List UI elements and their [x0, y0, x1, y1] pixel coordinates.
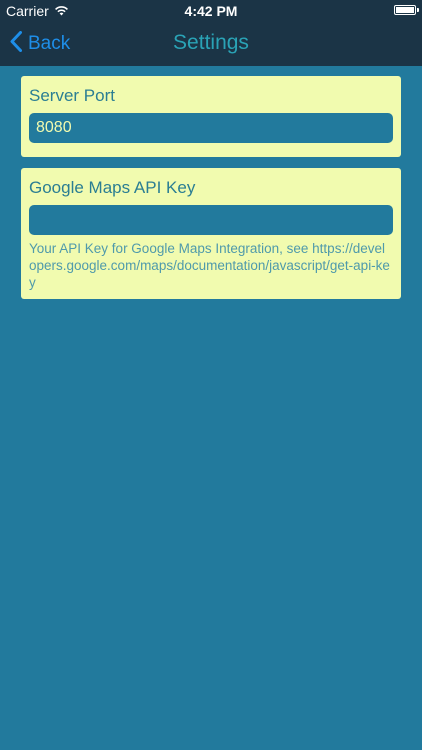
maps-api-key-card: Google Maps API Key Your API Key for Goo…: [21, 168, 401, 299]
server-port-card: Server Port: [21, 76, 401, 157]
maps-api-key-help: Your API Key for Google Maps Integration…: [29, 241, 390, 290]
maps-api-key-input[interactable]: [29, 205, 393, 235]
status-time: 4:42 PM: [184, 3, 238, 19]
battery-icon: [394, 5, 419, 15]
server-port-input[interactable]: [29, 113, 393, 143]
navigation-bar: Back Settings: [0, 22, 422, 66]
maps-api-key-label: Google Maps API Key: [29, 178, 196, 197]
battery-fill: [396, 7, 414, 13]
status-bar: Carrier 4:42 PM: [0, 0, 422, 22]
server-port-label: Server Port: [29, 86, 115, 105]
page-title: Settings: [173, 31, 249, 54]
